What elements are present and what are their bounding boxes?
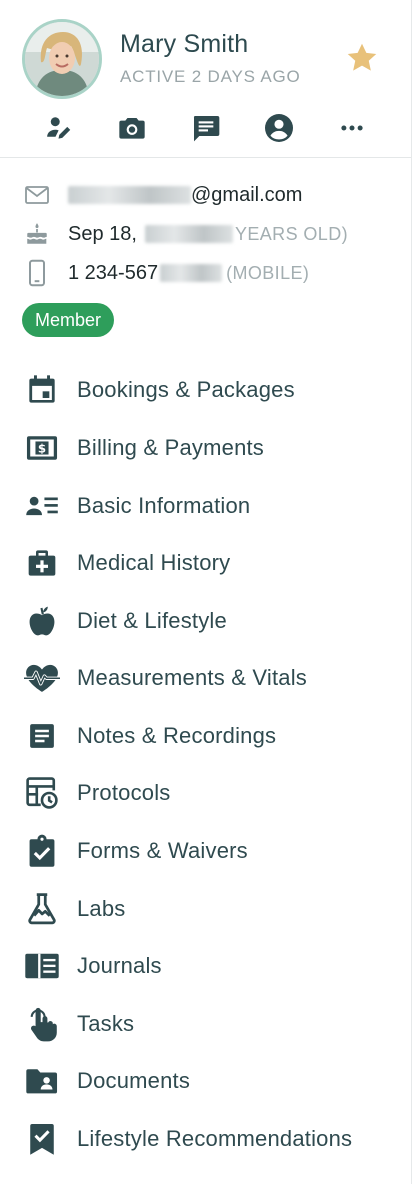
avatar[interactable] (22, 19, 102, 99)
bookmark-check-icon (24, 1121, 60, 1157)
profile-action-bar (0, 108, 412, 148)
phone-number[interactable]: 1 234-567 (68, 262, 158, 285)
client-profile-panel: Mary Smith ACTIVE 2 DAYS AGO @gmail.com … (0, 0, 412, 1184)
menu-item-journals[interactable]: Journals (0, 940, 412, 992)
phone-type: (MOBILE) (226, 262, 310, 283)
envelope-icon (22, 180, 52, 210)
menu-item-label: Tasks (77, 1011, 135, 1036)
menu-item-label: Basic Information (77, 493, 251, 518)
calendar-icon (24, 372, 60, 408)
menu-item-forms-waivers[interactable]: Forms & Waivers (0, 825, 412, 877)
mobile-phone-icon (22, 258, 52, 288)
birthday-row: Sep 18, YEARS OLD) (22, 219, 348, 249)
menu-item-protocols[interactable]: Protocols (0, 767, 412, 819)
email-row: @gmail.com (22, 180, 302, 210)
email-redacted (68, 186, 191, 204)
heart-pulse-icon (24, 660, 60, 696)
camera-icon[interactable] (112, 108, 152, 148)
more-icon[interactable] (332, 108, 372, 148)
account-icon[interactable] (259, 108, 299, 148)
menu-item-label: Documents (77, 1068, 191, 1093)
birthday-cake-icon (22, 219, 52, 249)
task-hand-icon (24, 1006, 60, 1042)
birthday-date: Sep 18, (68, 222, 137, 245)
menu-item-label: Journals (77, 953, 162, 978)
menu-item-label: Billing & Payments (77, 435, 265, 460)
profile-header: Mary Smith ACTIVE 2 DAYS AGO (0, 0, 411, 158)
membership-badge: Member (22, 303, 115, 337)
clipboard-check-icon (24, 833, 60, 869)
menu-item-notes[interactable]: Notes & Recordings (0, 710, 412, 762)
menu-item-label: Notes & Recordings (77, 723, 277, 748)
contact-list-icon (24, 488, 60, 524)
menu-item-billing[interactable]: $ Billing & Payments (0, 422, 412, 474)
birthday-redacted (144, 225, 233, 243)
menu-item-bookings[interactable]: Bookings & Packages (0, 364, 412, 416)
menu-item-basic-information[interactable]: Basic Information (0, 480, 412, 532)
folder-user-icon (24, 1063, 60, 1099)
favorite-star-icon[interactable] (344, 40, 380, 76)
medical-kit-icon (24, 545, 60, 581)
message-icon[interactable] (186, 108, 226, 148)
email-domain[interactable]: @gmail.com (191, 184, 302, 207)
menu-item-label: Medical History (77, 550, 231, 575)
svg-text:$: $ (38, 442, 46, 456)
age-label: YEARS OLD) (234, 223, 348, 244)
journal-icon (24, 948, 60, 984)
menu-item-label: Lifestyle Recommendations (77, 1126, 353, 1151)
menu-item-measurements[interactable]: Measurements & Vitals (0, 652, 412, 704)
menu-item-documents[interactable]: Documents (0, 1055, 412, 1107)
apple-icon (24, 603, 60, 639)
billing-icon: $ (24, 430, 60, 466)
menu-item-label: Bookings & Packages (77, 377, 295, 402)
menu-item-label: Labs (77, 896, 126, 921)
menu-item-lifestyle-recommendations[interactable]: Lifestyle Recommendations (0, 1113, 412, 1165)
menu-item-label: Protocols (77, 780, 171, 805)
flask-icon (24, 891, 60, 927)
menu-item-medical-history[interactable]: Medical History (0, 537, 412, 589)
edit-icon[interactable] (39, 108, 79, 148)
menu-item-diet-lifestyle[interactable]: Diet & Lifestyle (0, 595, 412, 647)
last-active-status: ACTIVE 2 DAYS AGO (120, 67, 301, 86)
menu-item-label: Diet & Lifestyle (77, 608, 227, 633)
menu-item-tasks[interactable]: Tasks (0, 998, 412, 1050)
menu-item-labs[interactable]: Labs (0, 883, 412, 935)
phone-row: 1 234-567 (MOBILE) (22, 258, 309, 288)
menu-item-label: Forms & Waivers (77, 838, 248, 863)
note-icon (24, 718, 60, 754)
client-name: Mary Smith (120, 30, 249, 58)
phone-redacted (160, 264, 223, 282)
menu-item-label: Measurements & Vitals (77, 665, 308, 690)
protocol-schedule-icon (24, 775, 60, 811)
